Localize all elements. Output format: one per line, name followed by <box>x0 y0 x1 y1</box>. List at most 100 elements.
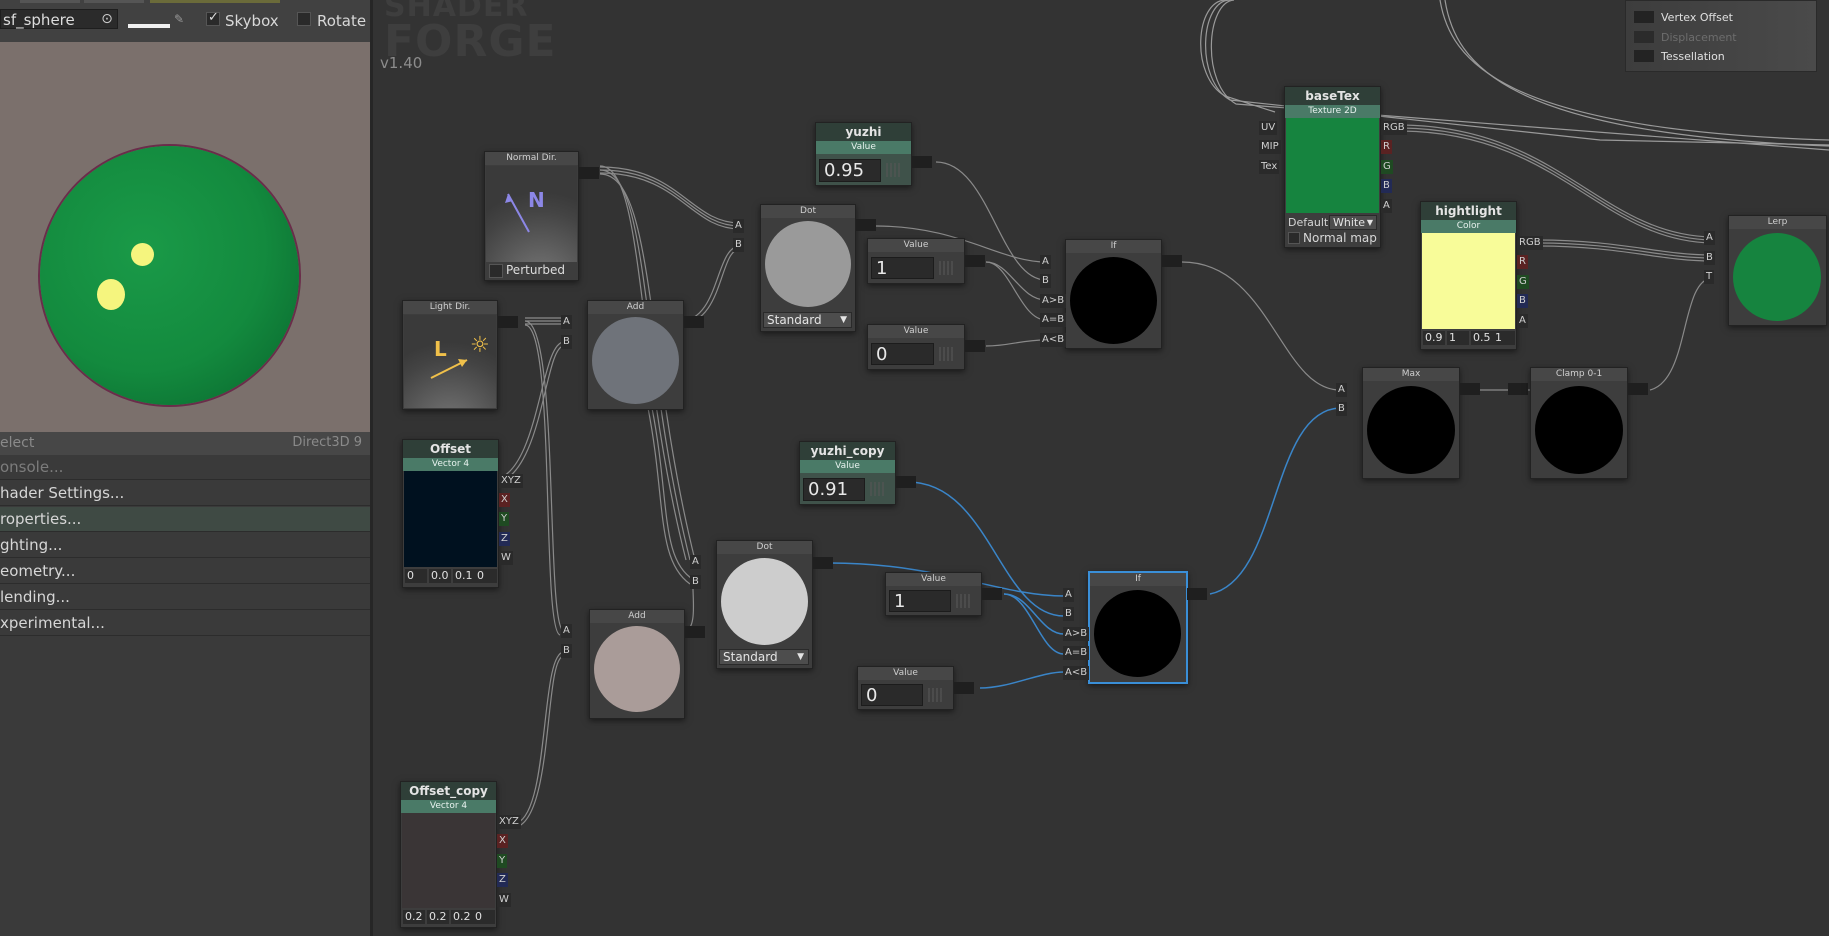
output-socket[interactable] <box>856 219 876 231</box>
value-field[interactable]: 0 <box>861 684 923 706</box>
vector-z-field[interactable]: 0.1 <box>453 569 475 583</box>
node-max[interactable]: Max <box>1362 367 1460 479</box>
node-add[interactable]: Add <box>589 609 685 719</box>
drag-handle[interactable] <box>886 163 902 177</box>
default-dropdown[interactable]: White ▼ <box>1329 215 1377 230</box>
drag-handle[interactable] <box>928 688 944 702</box>
drag-handle[interactable] <box>939 261 955 275</box>
output-socket[interactable] <box>965 340 985 352</box>
input-a-equals-b[interactable]: A=B <box>1040 313 1067 327</box>
input-socket[interactable] <box>1634 50 1654 62</box>
value-field[interactable]: 0.91 <box>803 478 865 501</box>
input-b[interactable]: B <box>733 238 744 252</box>
color-g-field[interactable]: 1 <box>1447 331 1469 345</box>
vector-w-field[interactable]: 0 <box>475 569 497 583</box>
output-rgb[interactable]: RGB <box>1381 121 1407 135</box>
texture-preview[interactable] <box>1286 118 1379 213</box>
color-r-field[interactable]: 0.9 <box>1423 331 1445 345</box>
normal-map-checkbox[interactable] <box>1288 232 1300 244</box>
drag-handle[interactable] <box>939 347 955 361</box>
vector-w-field[interactable]: 0 <box>473 910 495 924</box>
output-socket[interactable] <box>1460 383 1480 395</box>
vector-y-field[interactable]: 0.2 <box>427 910 449 924</box>
input-a[interactable]: A <box>561 624 572 638</box>
input-a[interactable]: A <box>733 219 744 233</box>
input-a[interactable]: A <box>690 555 701 569</box>
output-socket[interactable] <box>1187 588 1207 600</box>
output-z[interactable]: Z <box>499 532 510 546</box>
output-w[interactable]: W <box>497 893 511 907</box>
node-value[interactable]: Value 1 <box>885 572 982 616</box>
output-socket[interactable] <box>1162 255 1182 267</box>
output-xyz[interactable]: XYZ <box>497 815 521 829</box>
node-dot[interactable]: Dot Standard ▼ <box>716 540 813 669</box>
input-b[interactable]: B <box>1336 402 1347 416</box>
dot-mode-dropdown[interactable]: Standard ▼ <box>763 312 852 328</box>
node-normal-dir[interactable]: Normal Dir. N Perturbed <box>484 151 579 281</box>
input-b[interactable]: B <box>561 335 572 349</box>
color-b-field[interactable]: 0.5 <box>1471 331 1493 345</box>
input-a-equals-b[interactable]: A=B <box>1063 646 1090 660</box>
node-offset-copy[interactable]: Offset_copy Vector 4 0.2 0.2 0.2 0 <box>400 781 497 928</box>
node-offset[interactable]: Offset Vector 4 0 0.0 0.1 0 <box>402 439 499 588</box>
input-b[interactable]: B <box>1704 251 1715 265</box>
output-z[interactable]: Z <box>497 873 508 887</box>
output-rgb[interactable]: RGB <box>1517 236 1543 250</box>
output-socket[interactable] <box>684 316 704 328</box>
node-yuzhi[interactable]: yuzhi Value 0.95 <box>815 122 912 186</box>
output-g[interactable]: G <box>1517 275 1529 289</box>
output-a[interactable]: A <box>1381 199 1392 213</box>
vector-y-field[interactable]: 0.0 <box>429 569 451 583</box>
output-socket[interactable] <box>965 255 985 267</box>
drag-handle[interactable] <box>870 482 886 496</box>
input-a-greater-b[interactable]: A>B <box>1040 294 1067 308</box>
output-socket[interactable] <box>912 156 932 168</box>
node-light-dir[interactable]: Light Dir. L ☼ <box>402 300 498 410</box>
value-field[interactable]: 1 <box>889 590 951 612</box>
output-socket[interactable] <box>579 167 599 179</box>
value-field[interactable]: 1 <box>871 257 934 279</box>
node-add[interactable]: Add <box>587 300 684 410</box>
node-value[interactable]: Value 1 <box>867 238 965 284</box>
node-if-selected[interactable]: If <box>1088 571 1188 684</box>
output-y[interactable]: Y <box>499 512 510 526</box>
output-r[interactable]: R <box>1517 255 1528 269</box>
output-g[interactable]: G <box>1381 160 1393 174</box>
output-w[interactable]: W <box>499 551 513 565</box>
output-y[interactable]: Y <box>497 854 508 868</box>
color-a-field[interactable]: 1 <box>1493 331 1515 345</box>
input-a-greater-b[interactable]: A>B <box>1063 627 1090 641</box>
output-socket[interactable] <box>685 626 705 638</box>
output-socket[interactable] <box>498 316 518 328</box>
output-socket[interactable] <box>982 588 1002 600</box>
vector-x-field[interactable]: 0.2 <box>403 910 425 924</box>
node-yuzhi-copy[interactable]: yuzhi_copy Value 0.91 <box>799 441 896 505</box>
input-b[interactable]: B <box>690 575 701 589</box>
output-b[interactable]: B <box>1381 179 1392 193</box>
output-xyz[interactable]: XYZ <box>499 474 523 488</box>
value-field[interactable]: 0.95 <box>819 159 881 182</box>
input-a[interactable]: A <box>561 315 572 329</box>
input-t[interactable]: T <box>1704 270 1715 284</box>
input-socket[interactable] <box>1508 383 1528 395</box>
output-a[interactable]: A <box>1517 314 1528 328</box>
input-b[interactable]: B <box>1063 607 1074 621</box>
node-value[interactable]: Value 0 <box>867 324 965 370</box>
node-hightlight[interactable]: hightlight Color 0.9 1 0.5 1 <box>1420 201 1517 350</box>
node-if[interactable]: If <box>1065 239 1162 349</box>
perturbed-checkbox[interactable] <box>489 264 503 278</box>
input-a[interactable]: A <box>1063 588 1074 602</box>
output-x[interactable]: X <box>497 834 508 848</box>
input-b[interactable]: B <box>561 644 572 658</box>
input-a-less-b[interactable]: A<B <box>1063 666 1090 680</box>
vector-z-field[interactable]: 0.2 <box>451 910 473 924</box>
node-lerp[interactable]: Lerp <box>1728 215 1827 326</box>
input-a[interactable]: A <box>1704 231 1715 245</box>
input-mip[interactable]: MIP <box>1259 140 1281 154</box>
dot-mode-dropdown[interactable]: Standard ▼ <box>719 649 809 665</box>
node-value[interactable]: Value 0 <box>857 666 954 710</box>
input-a[interactable]: A <box>1336 383 1347 397</box>
input-a-less-b[interactable]: A<B <box>1040 333 1067 347</box>
value-field[interactable]: 0 <box>871 343 934 365</box>
output-x[interactable]: X <box>499 493 510 507</box>
